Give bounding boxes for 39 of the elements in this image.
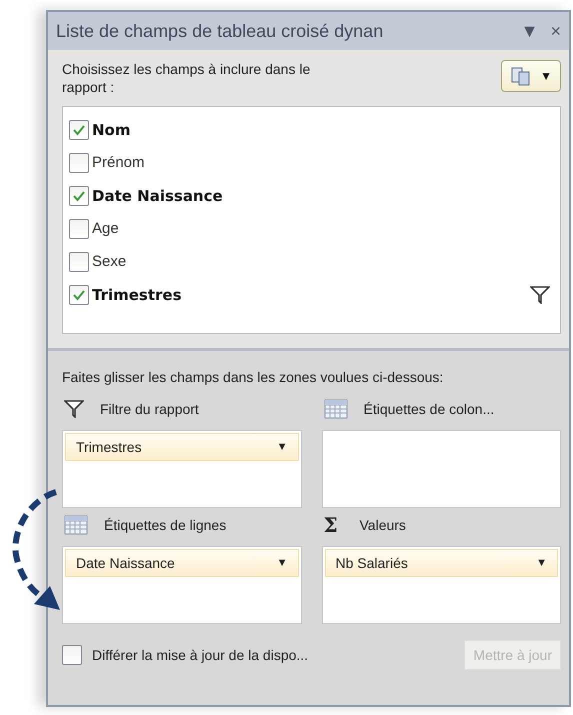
table-icon — [324, 399, 348, 419]
close-button[interactable]: × — [548, 20, 563, 42]
instruction-text: Choisissez les champs à inclure dans le rapport : — [62, 60, 312, 96]
zone-field-button[interactable]: Trimestres ▼ — [65, 433, 298, 461]
zone-label: Étiquettes de lignes — [104, 517, 226, 533]
drop-zone[interactable]: Nb Salariés ▼ — [322, 546, 561, 624]
zone-label: Valeurs — [360, 517, 406, 533]
panel-menu-button[interactable]: ▼ — [518, 20, 540, 42]
check-icon — [72, 188, 86, 202]
filter-icon — [530, 286, 550, 304]
checkbox[interactable] — [69, 252, 89, 272]
drop-zone[interactable]: Trimestres ▼ — [62, 430, 302, 508]
field-name[interactable]: Prénom — [92, 154, 145, 171]
checkbox-label: Différer la mise à jour de la dispo... — [92, 647, 310, 663]
check-icon — [72, 122, 86, 136]
field-name[interactable]: Date Naissance — [92, 186, 223, 204]
table-icon — [64, 515, 88, 535]
documents-icon — [510, 65, 532, 87]
field-name[interactable]: Trimestres — [92, 286, 182, 304]
check-icon — [72, 288, 86, 302]
panel-title: Liste de champs de tableau croisé dynan — [56, 20, 384, 42]
checkbox[interactable] — [62, 645, 82, 665]
checkbox[interactable] — [69, 186, 89, 206]
field-name[interactable]: Nom — [92, 120, 130, 138]
filter-icon — [64, 400, 84, 418]
checkbox[interactable] — [69, 218, 89, 238]
zone-label: Étiquettes de colon... — [364, 401, 494, 417]
zone-field-button[interactable]: Date Naissance ▼ — [65, 549, 298, 577]
drop-zone[interactable]: Date Naissance ▼ — [62, 546, 302, 624]
zone-field-button[interactable]: Nb Salariés ▼ — [324, 549, 558, 577]
layout-button[interactable]: ▼ — [501, 60, 561, 92]
sigma-icon: Σ — [324, 513, 344, 537]
instruction-text: Faites glisser les champs dans les zones voulues ci-dessous: — [62, 368, 444, 387]
checkbox[interactable] — [69, 284, 89, 304]
checkbox[interactable] — [69, 120, 89, 140]
zone-label: Filtre du rapport — [100, 401, 199, 417]
field-name[interactable]: Age — [92, 220, 119, 237]
field-name[interactable]: Sexe — [92, 253, 126, 270]
checkbox[interactable] — [69, 152, 89, 172]
